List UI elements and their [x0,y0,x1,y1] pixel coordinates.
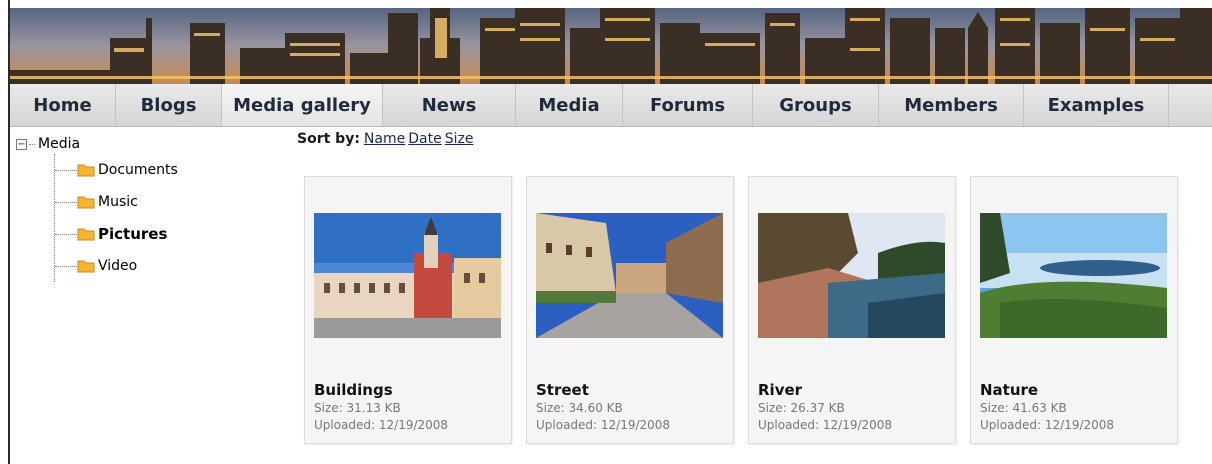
card-caption: Nature Size: 41.63 KB Uploaded: 12/19/20… [980,381,1114,432]
nav-item-members[interactable]: Members [879,84,1024,126]
main-nav: Home Blogs Media gallery News Media Foru… [10,84,1212,127]
card-uploaded: Uploaded: 12/19/2008 [536,418,671,432]
nav-item-forums[interactable]: Forums [623,84,753,126]
card-uploaded: Uploaded: 12/19/2008 [980,418,1115,432]
thumbnail-image[interactable] [536,213,723,338]
gallery-card-street[interactable]: Street Size: 34.60 KB Uploaded: 12/19/20… [526,176,734,444]
folder-icon [77,196,95,209]
tree-connector [55,233,77,235]
tree-node-video[interactable]: Video [55,250,276,282]
sort-by-name-link[interactable]: Name [364,131,405,147]
card-uploaded: Uploaded: 12/19/2008 [758,418,893,432]
thumbnail-image[interactable] [758,213,945,338]
gallery-card-buildings[interactable]: Buildings Size: 31.13 KB Uploaded: 12/19… [304,176,512,444]
nav-item-examples[interactable]: Examples [1024,84,1169,126]
nav-item-home[interactable]: Home [10,84,116,126]
tree-connector [55,169,77,171]
sort-bar: Sort by: Name Date Size [297,131,476,147]
collapse-toggle-icon[interactable]: − [16,138,27,150]
folder-icon [77,228,95,241]
tree-connector [55,265,77,267]
sort-by-label: Sort by: [297,131,360,147]
gallery-card-nature[interactable]: Nature Size: 41.63 KB Uploaded: 12/19/20… [970,176,1178,444]
card-size: Size: 34.60 KB [536,401,623,415]
tree-node-label: Documents [98,162,178,178]
card-size: Size: 26.37 KB [758,401,845,415]
card-caption: River Size: 26.37 KB Uploaded: 12/19/200… [758,381,892,432]
card-size: Size: 31.13 KB [314,401,401,415]
card-uploaded: Uploaded: 12/19/2008 [314,418,449,432]
nav-item-media-gallery[interactable]: Media gallery [222,84,383,126]
card-title[interactable]: Street [536,381,670,399]
tree-node-documents[interactable]: Documents [55,154,276,186]
thumbnail-image[interactable] [314,213,501,338]
thumbnail-image[interactable] [980,213,1167,338]
header-banner-image [10,8,1212,84]
card-title[interactable]: River [758,381,892,399]
tree-children: Documents Music Pictures Video [54,154,276,282]
card-caption: Buildings Size: 31.13 KB Uploaded: 12/19… [314,381,448,432]
tree-node-label: Music [98,194,138,210]
gallery-card-river[interactable]: River Size: 26.37 KB Uploaded: 12/19/200… [748,176,956,444]
folder-tree: − Media Documents Music Pictures Video [16,134,276,282]
nav-item-news[interactable]: News [383,84,516,126]
tree-root-label[interactable]: Media [38,136,80,152]
card-caption: Street Size: 34.60 KB Uploaded: 12/19/20… [536,381,670,432]
tree-node-label: Pictures [98,225,168,243]
folder-icon [77,260,95,273]
tree-connector [29,143,35,145]
folder-icon [77,164,95,177]
tree-node-music[interactable]: Music [55,186,276,218]
sort-by-date-link[interactable]: Date [408,131,441,147]
nav-item-groups[interactable]: Groups [753,84,879,126]
tree-node-label: Video [98,258,138,274]
tree-node-pictures[interactable]: Pictures [55,218,276,250]
nav-item-blogs[interactable]: Blogs [116,84,222,126]
sort-by-size-link[interactable]: Size [445,131,474,147]
card-title[interactable]: Nature [980,381,1114,399]
tree-root-media: − Media [16,134,276,154]
tree-connector [55,201,77,203]
nav-item-media[interactable]: Media [516,84,623,126]
card-title[interactable]: Buildings [314,381,448,399]
card-size: Size: 41.63 KB [980,401,1067,415]
